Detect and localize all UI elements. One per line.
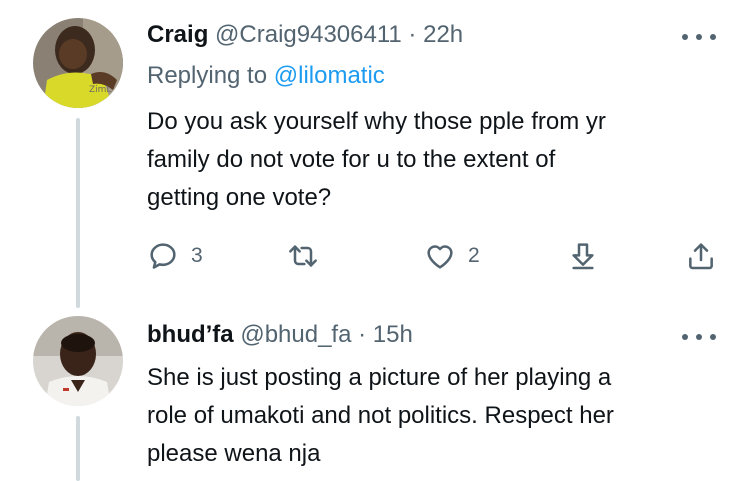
author-name[interactable]: Craig [147, 21, 208, 48]
author-handle[interactable]: @Craig94306411 [215, 21, 402, 48]
reply-icon [150, 243, 176, 269]
bookmark-download-icon [572, 243, 594, 270]
separator-dot: · [358, 321, 367, 348]
heart-icon [427, 245, 453, 269]
thread-line [76, 118, 80, 308]
tweet-text: Do you ask yourself why those pple from … [147, 108, 606, 211]
retweet-button[interactable] [287, 236, 331, 276]
more-options-icon[interactable] [682, 31, 716, 43]
replying-to-label: Replying to [147, 62, 268, 89]
tweet-craig[interactable]: ZimL Craig @Craig94306411 · 22h Replying… [0, 0, 750, 308]
action-bar: 3 2 [147, 236, 717, 276]
reply-count: 3 [191, 244, 203, 267]
share-icon [689, 243, 713, 270]
tweet-header: bhud’fa @bhud_fa · 15h [147, 320, 413, 350]
thread-line [76, 416, 80, 481]
tweet-header: Craig @Craig94306411 · 22h [147, 20, 463, 50]
share-button[interactable] [685, 236, 717, 276]
avatar-bhudfa[interactable] [33, 316, 123, 406]
like-button[interactable]: 2 [424, 236, 480, 276]
like-count: 2 [468, 244, 480, 267]
reply-button[interactable]: 3 [147, 236, 203, 276]
author-name[interactable]: bhud’fa [147, 321, 234, 348]
replying-to: Replying to @lilomatic [147, 60, 385, 92]
replying-to-mention[interactable]: @lilomatic [274, 62, 385, 89]
retweet-icon [289, 245, 317, 267]
author-handle[interactable]: @bhud_fa [240, 321, 351, 348]
more-options-icon[interactable] [682, 331, 716, 343]
tweet-bhudfa[interactable]: bhud’fa @bhud_fa · 15h She is just posti… [0, 300, 750, 481]
tweet-timestamp[interactable]: 22h [423, 21, 463, 48]
tweet-text: She is just posting a picture of her pla… [147, 364, 614, 467]
tweet-timestamp[interactable]: 15h [373, 321, 413, 348]
bookmark-button[interactable] [567, 236, 599, 276]
separator-dot: · [408, 21, 417, 48]
avatar-craig[interactable]: ZimL [33, 18, 123, 108]
avatar-watermark: ZimL [89, 85, 111, 95]
